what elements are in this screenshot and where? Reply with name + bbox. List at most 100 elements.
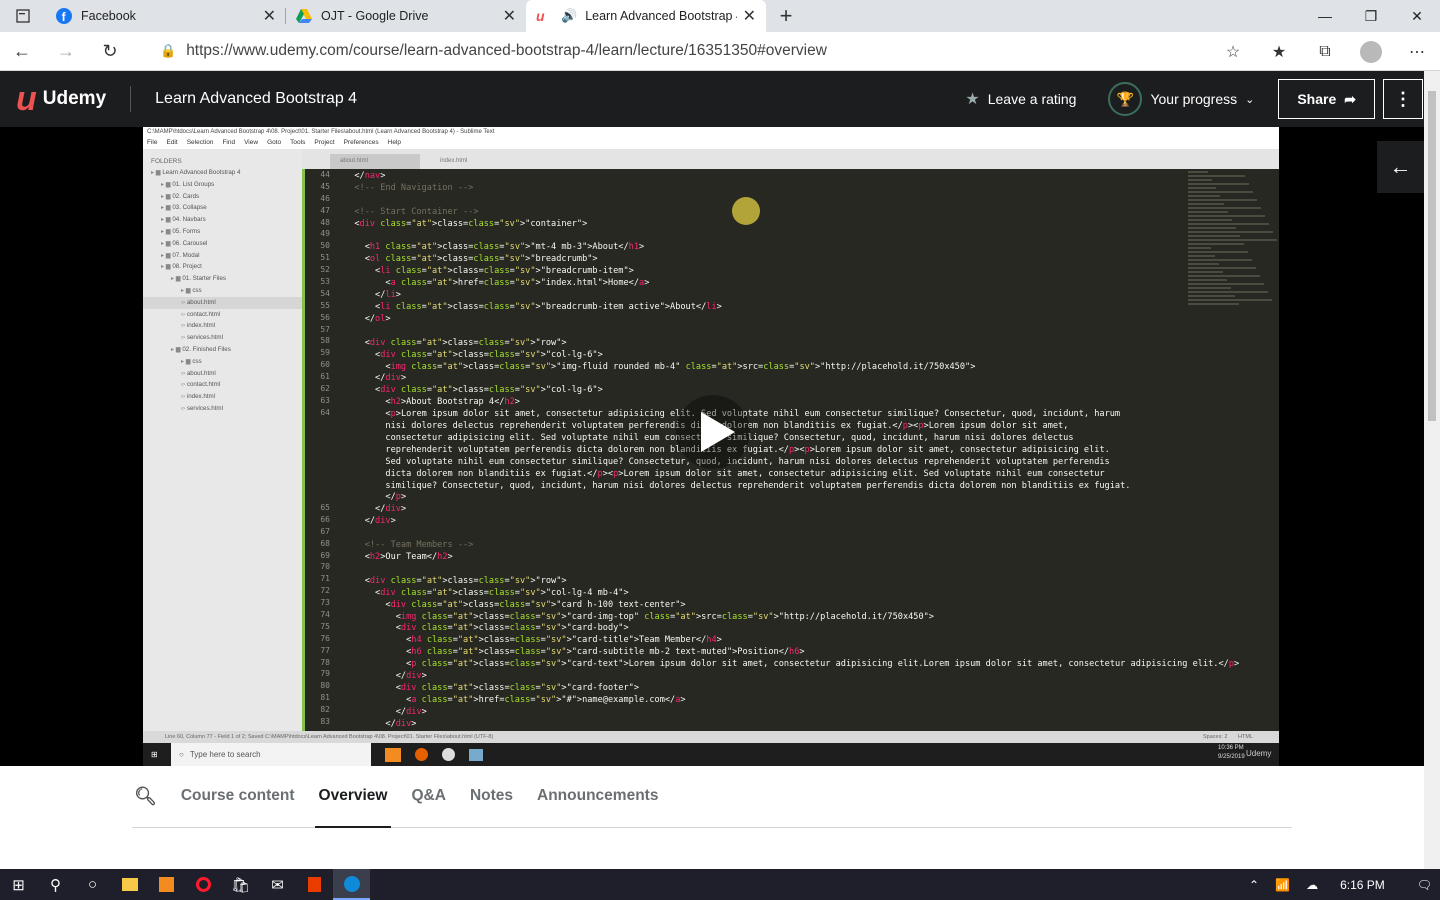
tab-actions-icon[interactable]	[0, 0, 46, 32]
minimap-line	[1188, 215, 1265, 217]
minimap-line	[1188, 287, 1231, 289]
course-tabs-area: 🔍︎ Course content Overview Q&A Notes Ann…	[0, 766, 1424, 869]
close-tab-icon[interactable]: ✕	[503, 6, 516, 26]
folder-icon: ▸ ▆	[161, 180, 173, 188]
sidebar-file-item: ▸ ▆ 02. Cards	[143, 191, 302, 203]
office-icon[interactable]	[296, 869, 333, 900]
browser-tab-bar: f Facebook ✕ OJT - Google Drive ✕ u 🔊 Le…	[0, 0, 1440, 32]
line-number: 71	[320, 574, 330, 584]
store-icon[interactable]: 🛍	[222, 869, 259, 900]
cortana-icon[interactable]: ○	[74, 869, 111, 900]
opera-icon[interactable]	[185, 869, 222, 900]
profile-avatar[interactable]	[1348, 40, 1394, 63]
sidebar-file-item: ▸ ▆ 07. Modal	[143, 250, 302, 262]
onedrive-icon[interactable]: ☁	[1306, 878, 1318, 892]
more-options-button[interactable]: ⋮	[1383, 79, 1423, 119]
line-number	[305, 466, 330, 478]
chevron-up-icon[interactable]: ⌃	[1249, 878, 1259, 892]
file-explorer-icon[interactable]	[111, 869, 148, 900]
url-text: https://www.udemy.com/course/learn-advan…	[186, 42, 827, 59]
line-number: 62	[320, 384, 330, 394]
search-icon[interactable]: 🔍︎	[134, 765, 157, 827]
tab-announcements[interactable]: Announcements	[537, 765, 658, 827]
browser-tab-facebook[interactable]: f Facebook ✕	[46, 0, 286, 32]
share-button[interactable]: Share ➦	[1278, 79, 1375, 119]
scrollbar-thumb[interactable]	[1428, 91, 1436, 421]
close-window-icon[interactable]: ✕	[1394, 0, 1440, 32]
leave-rating-button[interactable]: ★ Leave a rating	[965, 89, 1076, 109]
code-line: </div>	[344, 706, 427, 717]
line-number: 50	[320, 241, 330, 251]
settings-more-icon[interactable]: ⋯	[1394, 42, 1440, 62]
line-number	[305, 454, 330, 466]
browser-tab-udemy[interactable]: u 🔊 Learn Advanced Bootstrap 4 ✕	[526, 0, 766, 32]
page-scrollbar[interactable]	[1424, 71, 1440, 869]
sidebar-file-item: ▸ ▆ 01. List Groups	[143, 179, 302, 191]
forward-icon[interactable]: →	[44, 33, 88, 69]
refresh-icon[interactable]: ↻	[88, 33, 132, 69]
minimap-line	[1188, 303, 1239, 305]
line-number: 54	[320, 288, 330, 298]
chevron-down-icon: ⌄	[1245, 93, 1255, 106]
code-line: <!-- Start Container -->	[344, 206, 479, 217]
folders-header: FOLDERS	[151, 158, 182, 165]
close-tab-icon[interactable]: ✕	[263, 6, 276, 26]
notifications-icon[interactable]: 🗨	[1417, 878, 1432, 892]
edge-icon[interactable]	[333, 869, 370, 900]
app-icon	[442, 748, 455, 761]
add-favorite-icon[interactable]: ☆	[1210, 42, 1256, 62]
tab-qa[interactable]: Q&A	[411, 765, 445, 827]
editor-tab-about: about.html	[330, 154, 420, 169]
browser-tab-google-drive[interactable]: OJT - Google Drive ✕	[286, 0, 526, 32]
tab-course-content[interactable]: Course content	[181, 765, 295, 827]
mail-icon[interactable]: ✉	[259, 869, 296, 900]
audio-playing-icon[interactable]: 🔊	[561, 8, 577, 24]
favorites-icon[interactable]: ★	[1256, 42, 1302, 62]
line-number: 79	[320, 669, 330, 679]
udemy-header: u Udemy Learn Advanced Bootstrap 4 ★ Lea…	[0, 71, 1440, 127]
play-button[interactable]	[676, 395, 750, 469]
course-title[interactable]: Learn Advanced Bootstrap 4	[155, 90, 357, 108]
maximize-icon[interactable]: ❐	[1348, 0, 1394, 32]
lock-icon[interactable]: 🔒	[160, 43, 176, 59]
expand-sidebar-button[interactable]: ←	[1377, 141, 1424, 193]
minimap-line	[1188, 203, 1224, 205]
wifi-icon[interactable]: 📶	[1275, 878, 1290, 892]
sidebar-file-item: ‹› contact.html	[143, 379, 302, 391]
minimap-line	[1188, 291, 1268, 293]
minimap-line	[1188, 199, 1257, 201]
sublime-text-icon[interactable]	[148, 869, 185, 900]
address-field[interactable]: 🔒 https://www.udemy.com/course/learn-adv…	[148, 37, 1248, 65]
close-tab-icon[interactable]: ✕	[743, 6, 756, 26]
tab-notes[interactable]: Notes	[470, 765, 513, 827]
collections-icon[interactable]: ⧉	[1302, 43, 1348, 61]
line-number: 65	[320, 502, 330, 512]
sidebar-file-item: ▸ ▆ 06. Carousel	[143, 238, 302, 250]
udemy-logo[interactable]: u Udemy	[16, 80, 106, 119]
line-number: 64	[320, 407, 330, 417]
sidebar-file-label: 05. Forms	[172, 227, 201, 235]
tab-overview[interactable]: Overview	[314, 765, 392, 828]
line-number: 80	[320, 681, 330, 691]
search-icon[interactable]: ⚲	[37, 869, 74, 900]
video-frame[interactable]: C:\MAMP\htdocs\Learn Advanced Bootstrap …	[143, 127, 1279, 766]
sidebar-file-item: ‹› index.html	[143, 391, 302, 403]
code-line: <img class="at">class=class="sv">"card-i…	[344, 611, 934, 622]
minimap-line	[1188, 275, 1260, 277]
windows-start-icon[interactable]: ⊞	[0, 869, 37, 900]
minimize-icon[interactable]: —	[1302, 0, 1348, 32]
your-progress-button[interactable]: 🏆 Your progress ⌄	[1108, 82, 1254, 116]
back-icon[interactable]: ←	[0, 33, 44, 69]
line-number: 81	[320, 693, 330, 703]
folder-icon: ▸ ▆	[161, 204, 173, 212]
editor-menu-item: Selection	[186, 139, 214, 146]
win-search-text: Type here to search	[189, 750, 261, 759]
new-tab-button[interactable]: +	[766, 0, 806, 32]
line-number: 73	[320, 598, 330, 608]
taskbar-clock[interactable]: 6:16 PM	[1340, 878, 1385, 892]
line-number: 45	[320, 181, 330, 191]
minimap-line	[1188, 171, 1208, 173]
